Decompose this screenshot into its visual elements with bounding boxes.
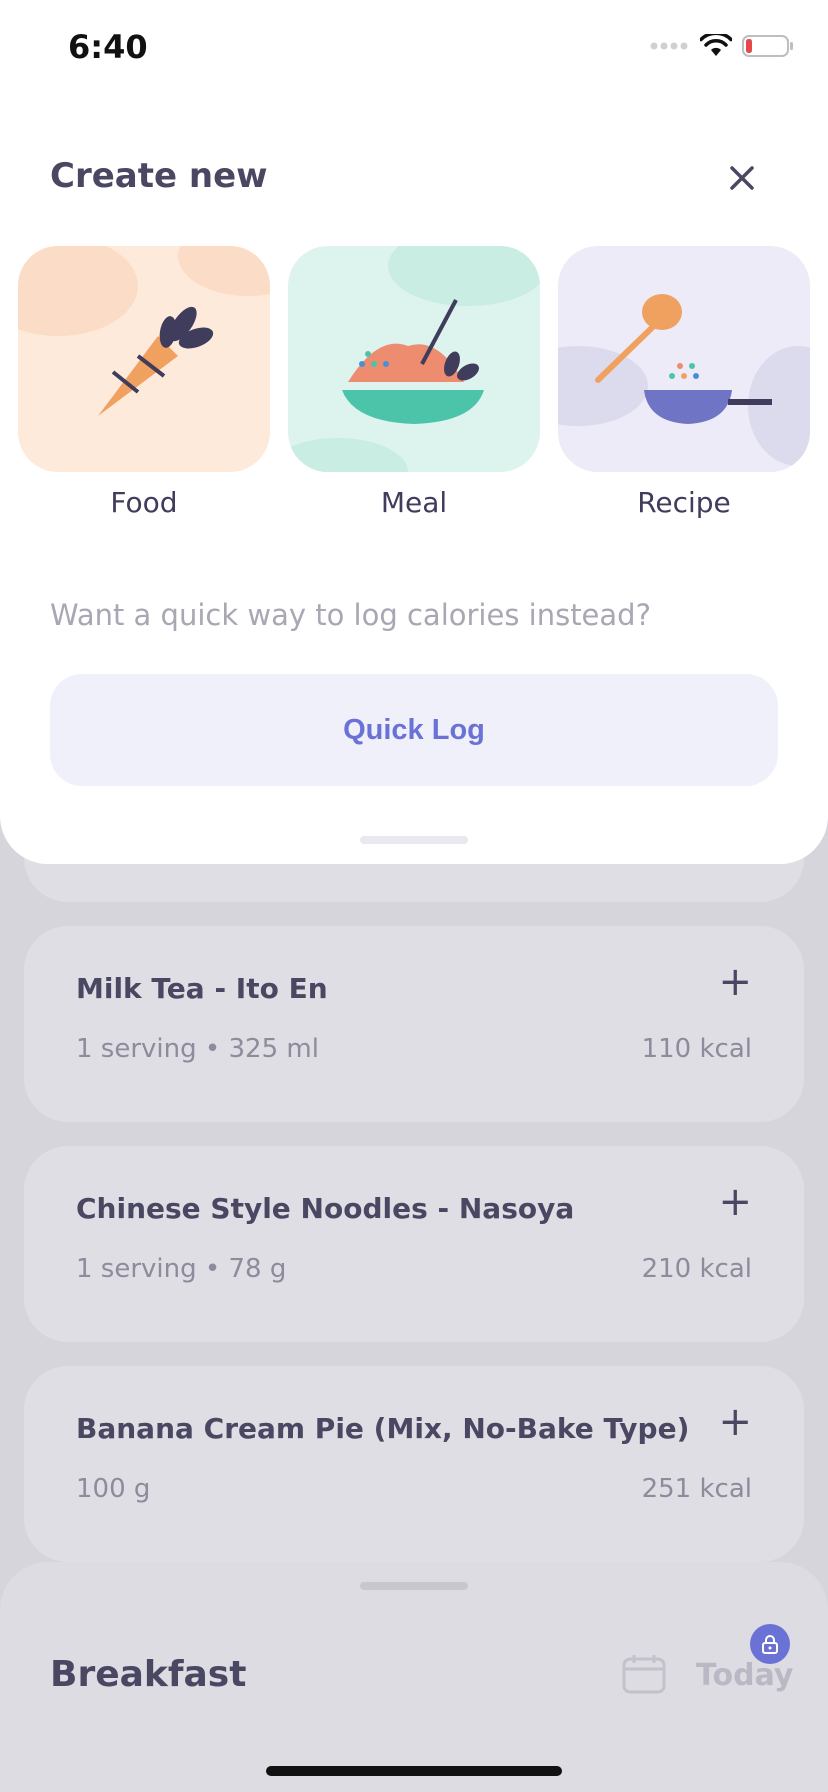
calendar-icon[interactable]: [622, 1654, 666, 1694]
sheet-drag-handle[interactable]: [360, 836, 468, 844]
food-serving: 100 g: [76, 1474, 151, 1504]
add-icon[interactable]: +: [718, 962, 752, 1002]
food-serving: 1 serving • 78 g: [76, 1254, 287, 1284]
food-name: Chinese Style Noodles - Nasoya: [76, 1192, 575, 1225]
list-item[interactable]: Milk Tea - Ito En + 1 serving • 325 ml 1…: [24, 926, 804, 1122]
signal-icon: [650, 42, 688, 50]
carrot-icon: [18, 246, 270, 416]
wifi-icon: [700, 34, 732, 56]
status-time: 6:40: [68, 28, 148, 66]
drag-handle[interactable]: [360, 1582, 468, 1590]
create-new-sheet: 6:40 Create new Food Meal Recipe Want a …: [0, 0, 828, 864]
quick-log-hint: Want a quick way to log calories instead…: [50, 598, 651, 632]
salad-bowl-icon: [288, 246, 540, 472]
food-kcal: 110 kcal: [641, 1034, 752, 1064]
add-icon[interactable]: +: [718, 1402, 752, 1442]
add-icon[interactable]: +: [718, 1182, 752, 1222]
quick-log-button[interactable]: Quick Log: [50, 674, 778, 786]
meal-tile[interactable]: [288, 246, 540, 472]
list-item[interactable]: Banana Cream Pie (Mix, No-Bake Type) + 1…: [24, 1366, 804, 1562]
meal-label[interactable]: Meal: [288, 486, 540, 519]
battery-icon: [742, 35, 793, 57]
food-label[interactable]: Food: [18, 486, 270, 519]
list-item[interactable]: Chinese Style Noodles - Nasoya + 1 servi…: [24, 1146, 804, 1342]
date-label[interactable]: Today: [696, 1658, 793, 1693]
lock-icon[interactable]: [750, 1624, 790, 1664]
recipe-tile[interactable]: [558, 246, 810, 472]
food-name: Banana Cream Pie (Mix, No-Bake Type): [76, 1412, 690, 1445]
pan-spoon-icon: [558, 294, 810, 466]
meal-title[interactable]: Breakfast: [50, 1654, 246, 1695]
recipe-label[interactable]: Recipe: [558, 486, 810, 519]
sheet-title: Create new: [50, 156, 268, 196]
food-kcal: 251 kcal: [641, 1474, 752, 1504]
food-name: Milk Tea - Ito En: [76, 972, 328, 1005]
status-icons: [650, 34, 794, 58]
close-icon[interactable]: [722, 158, 762, 198]
food-tile[interactable]: [18, 246, 270, 472]
home-indicator: [266, 1766, 562, 1776]
food-serving: 1 serving • 325 ml: [76, 1034, 319, 1064]
food-kcal: 210 kcal: [641, 1254, 752, 1284]
meal-panel: Breakfast Today: [0, 1562, 828, 1792]
